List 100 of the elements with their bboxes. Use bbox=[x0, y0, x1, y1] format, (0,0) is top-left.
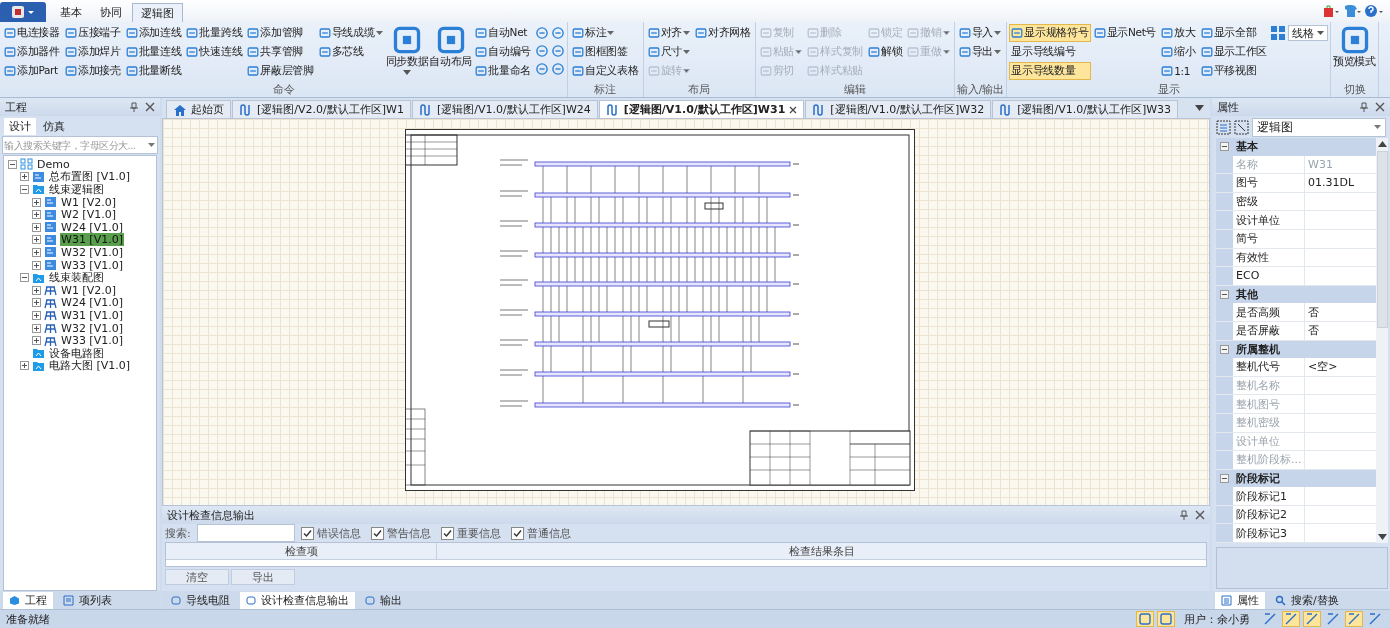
ribbon-button[interactable]: 添加连线 bbox=[123, 24, 184, 42]
object-type-dropdown[interactable]: 逻辑图 bbox=[1252, 117, 1386, 137]
ribbon-tab[interactable]: 逻辑图 bbox=[132, 3, 183, 22]
ribbon-icon-button[interactable] bbox=[534, 60, 549, 78]
collapse-icon[interactable] bbox=[8, 159, 17, 169]
property-value[interactable]: 否 bbox=[1305, 321, 1376, 340]
ribbon-button[interactable]: 共享管脚 bbox=[245, 43, 316, 61]
panel-tab[interactable]: 搜索/替换 bbox=[1269, 591, 1345, 609]
document-tab[interactable]: [逻辑图/V1.0/默认工作区]W24 bbox=[411, 100, 598, 118]
status-tool-button[interactable] bbox=[1282, 611, 1300, 627]
ribbon-button[interactable]: 显示导线编号 bbox=[1009, 43, 1091, 61]
ribbon-icon-button[interactable] bbox=[550, 60, 565, 78]
ribbon-button[interactable]: 批量断线 bbox=[123, 62, 184, 80]
expand-icon[interactable] bbox=[32, 222, 41, 232]
tree-item[interactable]: 线束装配图 bbox=[48, 270, 105, 286]
pin-icon[interactable] bbox=[129, 102, 139, 112]
collapse-icon[interactable] bbox=[1220, 344, 1229, 354]
ribbon-button[interactable]: 自动编号 bbox=[473, 43, 533, 61]
expand-icon[interactable] bbox=[32, 197, 41, 207]
ribbon-button[interactable]: 标注 bbox=[570, 24, 641, 42]
panel-tab[interactable]: 项列表 bbox=[57, 591, 118, 609]
expand-icon[interactable] bbox=[32, 260, 41, 270]
status-tool-button[interactable] bbox=[1157, 611, 1175, 627]
ribbon-button[interactable]: 添加Part bbox=[2, 62, 62, 80]
collapse-icon[interactable] bbox=[20, 185, 29, 194]
expand-icon[interactable] bbox=[32, 285, 41, 295]
tree-item[interactable]: W31 [V1.0] bbox=[60, 308, 124, 322]
close-icon[interactable] bbox=[145, 102, 155, 112]
status-tool-button[interactable] bbox=[1345, 611, 1363, 627]
ribbon-icon-button[interactable] bbox=[534, 24, 549, 42]
ribbon-button[interactable]: 批量连线 bbox=[123, 43, 184, 61]
pin-icon[interactable] bbox=[1179, 510, 1189, 520]
document-tab[interactable]: [逻辑图/V1.0/默认工作区]W33 bbox=[992, 100, 1179, 118]
close-icon[interactable] bbox=[1375, 102, 1385, 112]
ribbon-icon-button[interactable] bbox=[534, 42, 549, 60]
tree-item[interactable]: 设备电路图 bbox=[48, 345, 105, 361]
tree-item[interactable]: W31 [V1.0] bbox=[60, 233, 124, 247]
ribbon-button[interactable]: 缩小 bbox=[1159, 43, 1198, 61]
ribbon-button[interactable]: 导入 bbox=[956, 24, 1004, 42]
ribbon-button[interactable]: 添加器件 bbox=[2, 43, 62, 61]
search-field[interactable]: 输入搜索关键字，字母区分大... bbox=[2, 136, 158, 154]
expand-icon[interactable] bbox=[32, 210, 41, 220]
expand-icon[interactable] bbox=[20, 172, 29, 182]
sort-icon[interactable] bbox=[1234, 119, 1249, 135]
ribbon-button[interactable]: 图框图签 bbox=[570, 43, 641, 61]
ribbon-button[interactable]: 对齐网格 bbox=[692, 24, 753, 42]
ribbon-button[interactable]: 显示规格符号 bbox=[1009, 24, 1091, 42]
panel-tab[interactable]: 输出 bbox=[359, 591, 408, 609]
panel-tab[interactable]: 工程 bbox=[3, 591, 53, 609]
scrollbar-thumb[interactable] bbox=[1376, 151, 1388, 328]
ribbon-button[interactable]: 放大 bbox=[1159, 24, 1198, 42]
ribbon-button[interactable]: 自动Net bbox=[473, 24, 533, 42]
ribbon-button[interactable]: 导线成缆 bbox=[316, 24, 385, 42]
ribbon-button[interactable]: 批量跨线 bbox=[184, 24, 245, 42]
expand-icon[interactable] bbox=[32, 310, 41, 320]
ribbon-button[interactable]: 压接端子 bbox=[62, 24, 123, 42]
tree-item[interactable]: W2 [V1.0] bbox=[60, 208, 117, 222]
ribbon-button[interactable]: 自动布局 bbox=[429, 24, 473, 71]
close-icon[interactable] bbox=[789, 105, 798, 114]
checkbox[interactable] bbox=[510, 526, 524, 540]
tree-item[interactable]: Demo bbox=[36, 157, 71, 171]
panel-tab[interactable]: 设计检查信息输出 bbox=[240, 591, 355, 609]
tree-item[interactable]: W24 [V1.0] bbox=[60, 296, 124, 310]
ribbon-button[interactable]: 自定义表格 bbox=[570, 62, 641, 80]
ribbon-button[interactable]: 解锁 bbox=[865, 43, 905, 61]
collapse-icon[interactable] bbox=[1220, 474, 1229, 483]
tree-item[interactable]: W33 [V1.0] bbox=[60, 258, 124, 272]
tree-item[interactable]: 总布置图 [V1.0] bbox=[48, 169, 132, 185]
ribbon-icon-button[interactable] bbox=[550, 42, 565, 60]
panel-tab[interactable]: 设计 bbox=[4, 118, 36, 135]
close-icon[interactable] bbox=[1195, 510, 1205, 520]
tree-item[interactable]: 线束逻辑图 bbox=[48, 182, 105, 197]
ribbon-button[interactable]: 屏蔽层管脚 bbox=[245, 62, 316, 80]
ribbon-tab[interactable]: 协同 bbox=[92, 3, 130, 22]
document-tab[interactable]: [逻辑图/V2.0/默认工作区]W1 bbox=[232, 100, 411, 118]
checkbox[interactable] bbox=[440, 526, 454, 540]
tree-item[interactable]: W1 [V2.0] bbox=[60, 195, 117, 209]
caret-icon[interactable] bbox=[148, 143, 155, 147]
tree-item[interactable]: 电路大图 [V1.0] bbox=[48, 358, 132, 374]
expand-icon[interactable] bbox=[32, 235, 41, 245]
ribbon-button[interactable]: 电连接器 bbox=[2, 24, 62, 42]
ribbon-button[interactable]: 添加接壳 bbox=[62, 62, 123, 80]
scroll-down-icon[interactable] bbox=[1377, 534, 1387, 541]
property-value[interactable]: <空> bbox=[1305, 358, 1376, 376]
expand-icon[interactable] bbox=[20, 361, 29, 371]
collapse-icon[interactable] bbox=[1220, 290, 1229, 300]
tree-item[interactable]: W32 [V1.0] bbox=[60, 321, 124, 335]
ribbon-button[interactable]: 添加管脚 bbox=[245, 24, 316, 42]
ribbon-button[interactable]: 显示Net号 bbox=[1091, 24, 1159, 42]
panel-tab[interactable]: 导线电阻 bbox=[165, 591, 236, 609]
ribbon-button[interactable]: 显示导线数量 bbox=[1009, 62, 1091, 80]
ribbon-button[interactable]: 显示工作区 bbox=[1198, 43, 1270, 61]
bag-icon[interactable] bbox=[1322, 4, 1340, 18]
checkbox[interactable] bbox=[300, 526, 314, 540]
help-icon[interactable] bbox=[1364, 4, 1384, 18]
ribbon-button[interactable]: 批量命名 bbox=[473, 62, 533, 80]
checkbox[interactable] bbox=[370, 526, 384, 540]
ribbon-button[interactable]: 尺寸 bbox=[645, 43, 692, 61]
document-tab[interactable]: [逻辑图/V1.0/默认工作区]W31 bbox=[598, 100, 805, 118]
expand-icon[interactable] bbox=[32, 336, 41, 346]
